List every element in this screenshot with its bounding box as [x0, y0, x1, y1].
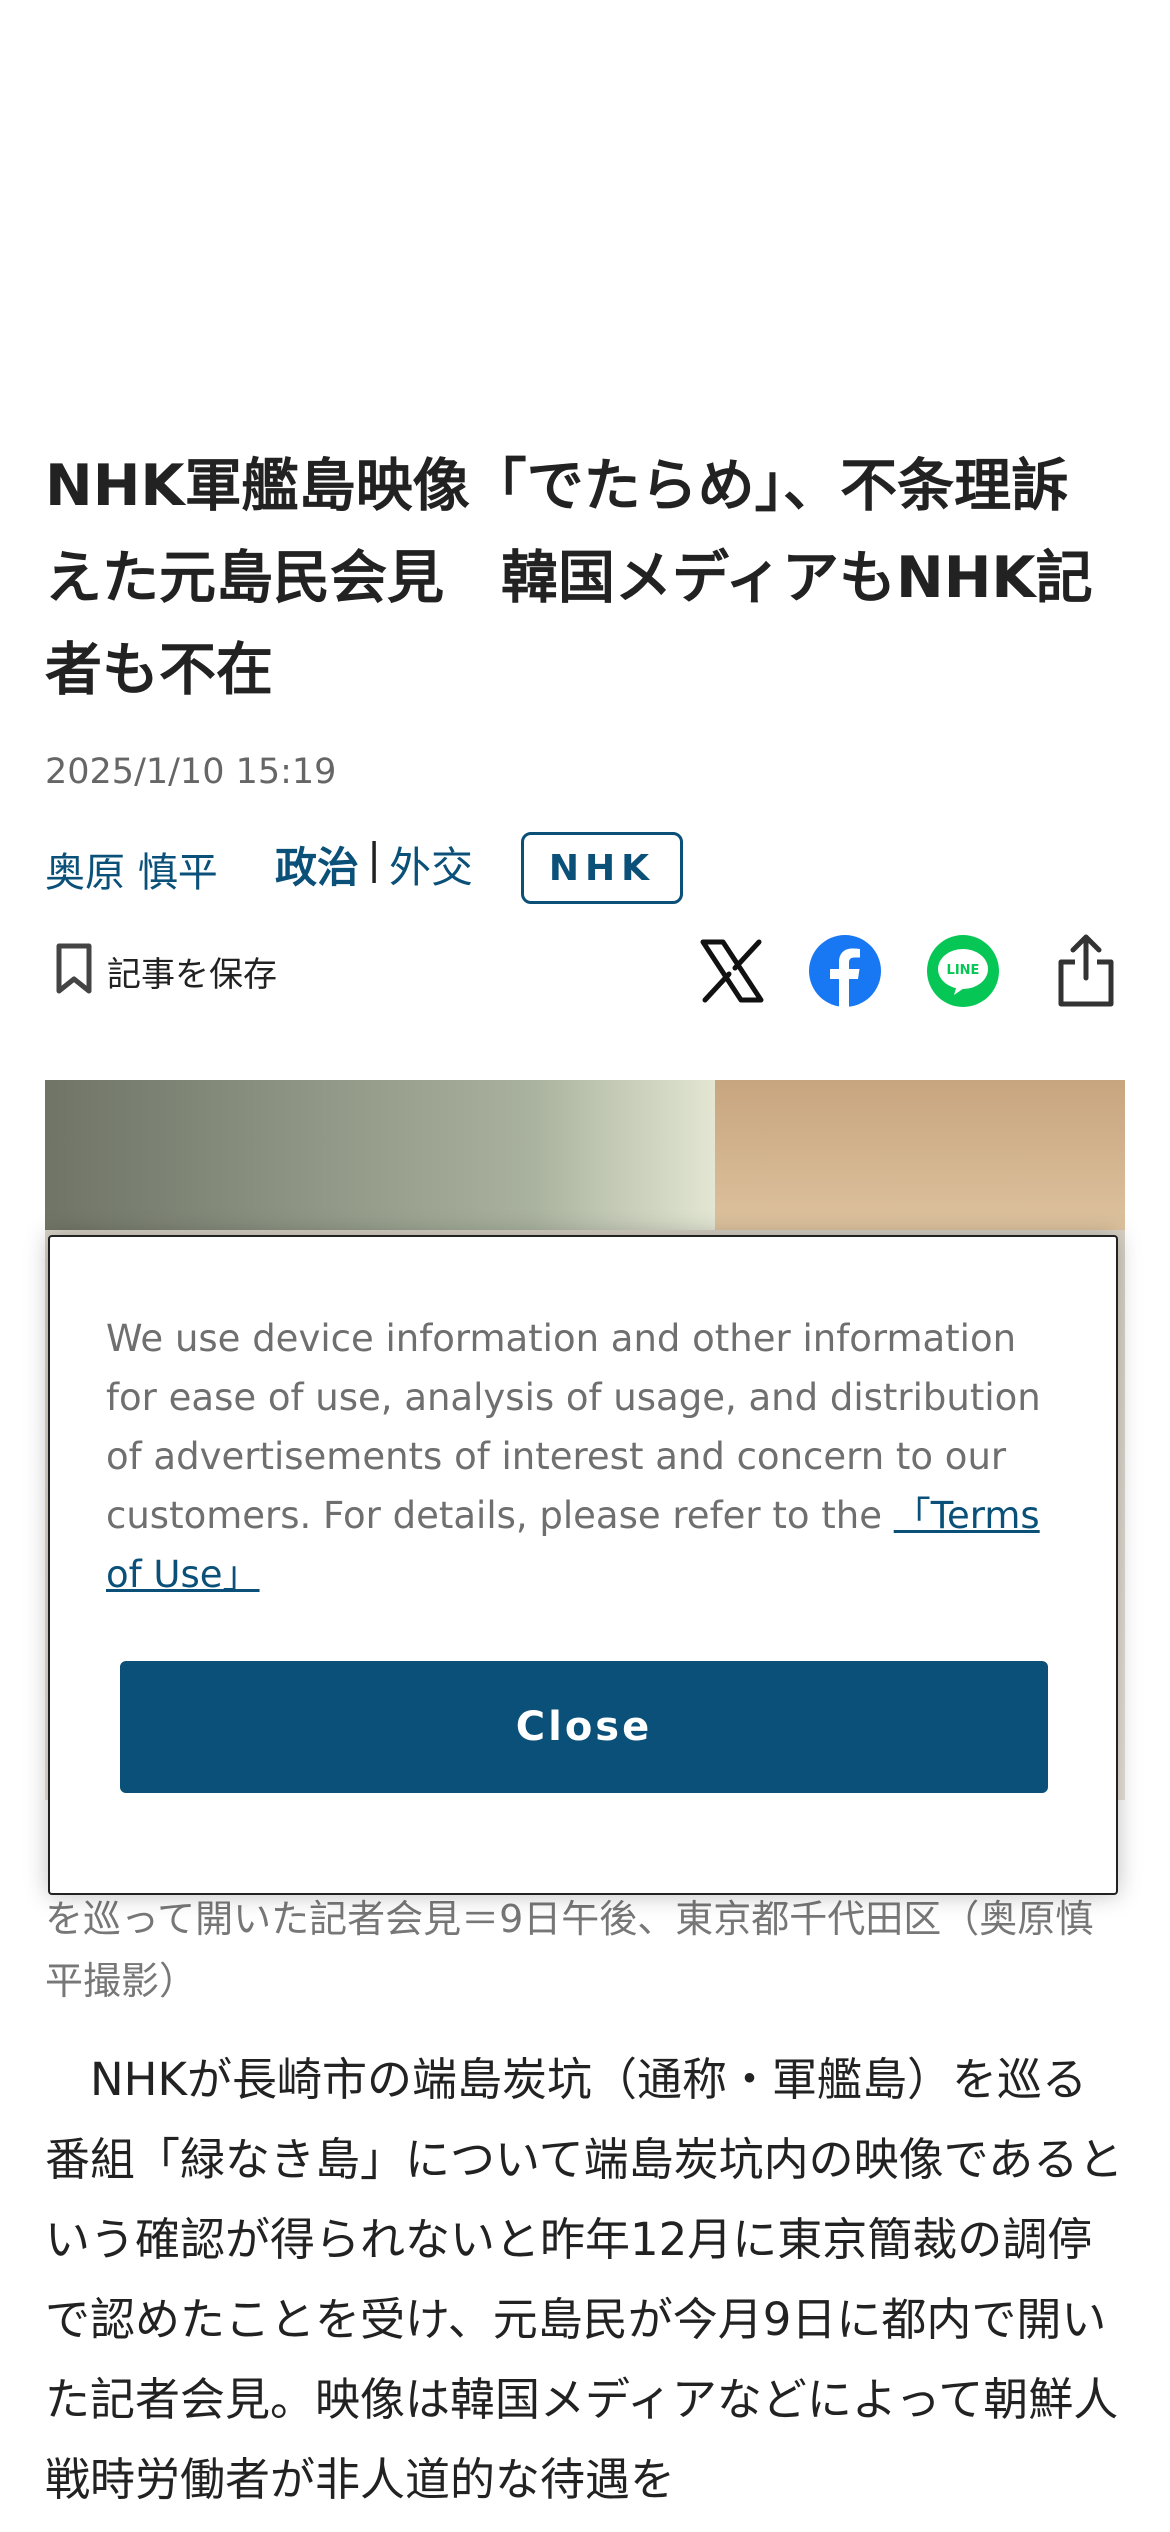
facebook-icon[interactable]	[809, 935, 881, 1007]
share-icon[interactable]	[1055, 932, 1117, 1008]
article-body: NHKが長崎市の端島炭坑（通称・軍艦島）を巡る番組「緑なき島」について端島炭坑内…	[45, 2053, 1124, 2506]
author-link[interactable]: 奥原 慎平	[45, 840, 218, 898]
tag-nhk[interactable]: NHK	[521, 832, 683, 904]
article-headline: NHK軍艦島映像「でたらめ」、不条理訴えた元島民会見 韓国メディアもNHK記者も…	[45, 453, 1093, 703]
x-icon[interactable]	[697, 936, 767, 1006]
publish-date: 2025/1/10 15:19	[45, 752, 337, 792]
article-actions: 記事を保存 LINE	[45, 930, 1125, 1010]
bookmark-icon	[55, 943, 93, 999]
svg-text:LINE: LINE	[947, 963, 980, 978]
save-article-label: 記事を保存	[107, 954, 277, 995]
category-politics-link[interactable]: 政治	[275, 834, 359, 895]
article-meta: 奥原 慎平 政治 | 外交 NHK	[45, 830, 1125, 904]
photo-caption: を巡って開いた記者会見＝9日午後、東京都千代田区（奥原慎平撮影）	[45, 1897, 1094, 2003]
close-button[interactable]: Close	[120, 1661, 1048, 1793]
save-article-button[interactable]: 記事を保存	[55, 940, 277, 1002]
category-separator: |	[367, 834, 382, 883]
consent-text: We use device information and other info…	[106, 1309, 1066, 1604]
photo-ceiling	[715, 1080, 1125, 1240]
line-icon[interactable]: LINE	[927, 935, 999, 1007]
consent-dialog: We use device information and other info…	[48, 1235, 1118, 1895]
category-diplomacy-link[interactable]: 外交	[389, 834, 473, 895]
